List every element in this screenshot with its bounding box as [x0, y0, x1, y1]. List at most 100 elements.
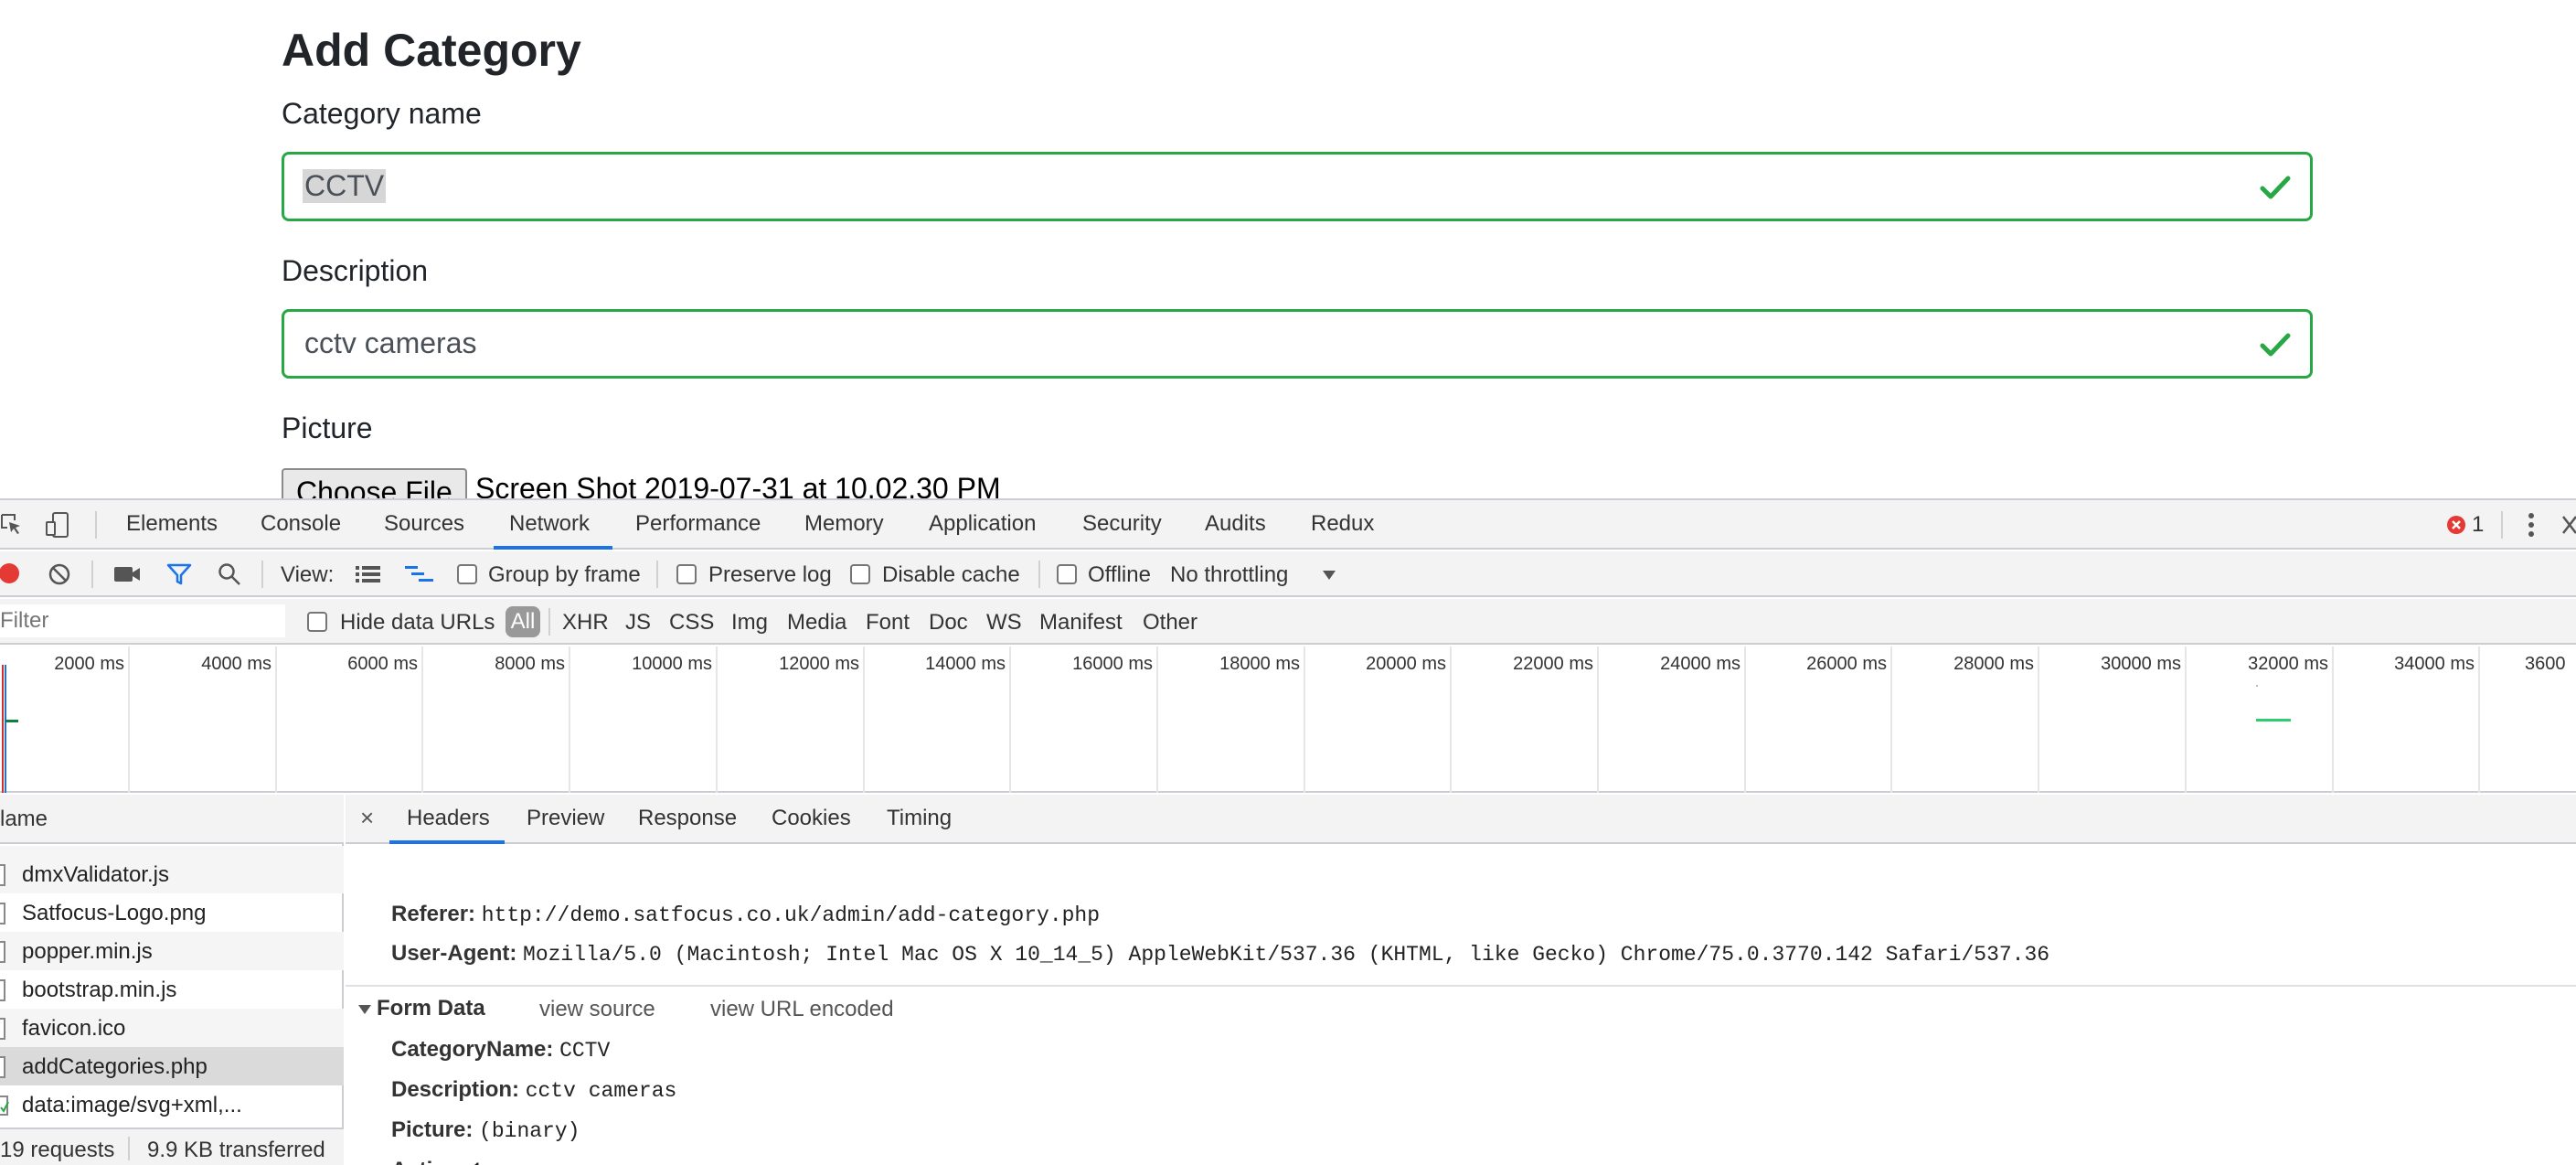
- list-item[interactable]: favicon.ico: [0, 1009, 344, 1047]
- filter-type-xhr[interactable]: XHR: [562, 610, 609, 636]
- divider: [548, 608, 550, 636]
- filter-type-font[interactable]: Font: [866, 610, 910, 636]
- error-count[interactable]: 1: [2472, 512, 2484, 538]
- filter-type-media[interactable]: Media: [787, 610, 846, 636]
- request-bar: [5, 720, 18, 722]
- list-item[interactable]: data:image/svg+xml,...: [0, 1085, 344, 1124]
- record-icon[interactable]: [0, 562, 22, 584]
- tab-security[interactable]: Security: [1082, 511, 1162, 537]
- close-devtools-icon[interactable]: [2560, 513, 2576, 537]
- overview-gridline: [1009, 647, 1011, 793]
- tab-network[interactable]: Network: [509, 511, 590, 537]
- overview-gridline: [1156, 647, 1158, 793]
- overview-gridline: [863, 647, 865, 793]
- tab-preview[interactable]: Preview: [527, 806, 604, 831]
- form-data-title[interactable]: Form Data: [377, 996, 485, 1021]
- overview-gridline: [2185, 647, 2187, 793]
- overview-gridline: [1597, 647, 1599, 793]
- request-name: dmxValidator.js: [22, 862, 169, 887]
- active-tab-indicator: [389, 840, 505, 844]
- clear-icon[interactable]: [48, 562, 71, 586]
- filter-type-manifest[interactable]: Manifest: [1039, 610, 1123, 636]
- view-url-encoded-link[interactable]: view URL encoded: [710, 997, 894, 1022]
- request-name: popper.min.js: [22, 939, 153, 964]
- filter-type-css[interactable]: CSS: [669, 610, 714, 636]
- overview-gridline: [128, 647, 130, 793]
- group-by-frame-checkbox[interactable]: [457, 564, 477, 584]
- device-toolbar-icon[interactable]: [44, 511, 71, 539]
- file-icon: [0, 941, 5, 963]
- choose-file-button[interactable]: Choose File: [282, 468, 467, 498]
- svg-file-icon: [0, 1096, 9, 1116]
- filter-type-img[interactable]: Img: [731, 610, 768, 636]
- tab-audits[interactable]: Audits: [1205, 511, 1266, 537]
- details-tabbar: × Headers Preview Response Cookies Timin…: [346, 795, 2576, 844]
- filter-input[interactable]: [0, 604, 285, 637]
- tab-sources[interactable]: Sources: [384, 511, 464, 537]
- list-item[interactable]: popper.min.js: [0, 932, 344, 970]
- list-item[interactable]: dmxValidator.js: [0, 855, 344, 893]
- active-tab-indicator: [494, 546, 612, 550]
- disable-cache-checkbox[interactable]: [850, 564, 870, 584]
- overview-gridline: [569, 647, 570, 793]
- network-overview-timeline[interactable]: 2000 ms 4000 ms 6000 ms 8000 ms 10000 ms 1200…: [0, 647, 2576, 793]
- filter-type-ws[interactable]: WS: [986, 610, 1022, 636]
- chevron-down-icon[interactable]: [1322, 570, 1336, 581]
- request-details: × Headers Preview Response Cookies Timin…: [346, 795, 2576, 1165]
- list-item[interactable]: Satfocus-Logo.png: [0, 893, 344, 932]
- form-data-value: 1: [471, 1160, 484, 1165]
- tab-application[interactable]: Application: [929, 511, 1036, 537]
- preserve-log-label: Preserve log: [708, 562, 832, 587]
- filter-type-doc[interactable]: Doc: [929, 610, 968, 636]
- collapse-triangle-icon[interactable]: [358, 1005, 371, 1014]
- form-data-value: (binary): [479, 1119, 580, 1143]
- close-details-icon[interactable]: ×: [360, 804, 374, 832]
- more-options-icon[interactable]: [2525, 511, 2538, 539]
- overview-gridline: [1744, 647, 1746, 793]
- filter-type-all[interactable]: All: [506, 606, 540, 637]
- list-item[interactable]: bootstrap.min.js: [0, 970, 344, 1009]
- search-icon[interactable]: [218, 562, 241, 586]
- category-name-input[interactable]: CCTV: [282, 152, 2313, 221]
- valid-check-icon: [2260, 176, 2291, 199]
- throttling-select[interactable]: No throttling: [1170, 562, 1288, 588]
- overview-tick-label: 14000 ms: [925, 654, 1006, 674]
- request-summary: 19 requests 9.9 KB transferred: [0, 1128, 344, 1165]
- divider: [128, 1137, 130, 1160]
- error-icon[interactable]: [2446, 515, 2466, 535]
- tab-headers[interactable]: Headers: [407, 806, 490, 831]
- tab-response[interactable]: Response: [638, 806, 737, 831]
- overview-tick-label: 10000 ms: [632, 654, 712, 674]
- description-input[interactable]: cctv cameras: [282, 309, 2313, 379]
- view-source-link[interactable]: view source: [539, 997, 655, 1022]
- offline-checkbox[interactable]: [1057, 564, 1077, 584]
- filter-type-other[interactable]: Other: [1143, 610, 1198, 636]
- filter-icon[interactable]: [166, 562, 192, 586]
- tab-console[interactable]: Console: [261, 511, 341, 537]
- request-name: data:image/svg+xml,...: [22, 1093, 242, 1117]
- capture-screenshots-icon[interactable]: [113, 564, 141, 584]
- tab-cookies[interactable]: Cookies: [772, 806, 851, 831]
- waterfall-icon[interactable]: [404, 564, 435, 584]
- inspect-element-icon[interactable]: [0, 513, 24, 537]
- request-name: addCategories.php: [22, 1054, 208, 1079]
- tab-memory[interactable]: Memory: [804, 511, 884, 537]
- hide-data-urls-checkbox[interactable]: [307, 612, 327, 632]
- large-rows-icon[interactable]: [355, 564, 382, 584]
- name-column-header[interactable]: lame: [0, 795, 344, 844]
- tab-timing[interactable]: Timing: [887, 806, 952, 831]
- tab-redux[interactable]: Redux: [1311, 511, 1374, 537]
- section-divider: [346, 985, 2576, 987]
- list-item-selected[interactable]: addCategories.php: [0, 1047, 344, 1085]
- overview-tick-label: 32000 ms: [2248, 654, 2328, 674]
- tab-elements[interactable]: Elements: [126, 511, 218, 537]
- tab-performance[interactable]: Performance: [635, 511, 761, 537]
- overview-tick-label: 8000 ms: [495, 654, 565, 674]
- form-data-key: CategoryName:: [391, 1037, 560, 1062]
- filter-type-js[interactable]: JS: [625, 610, 651, 636]
- form-data-key: Description:: [391, 1077, 526, 1102]
- file-icon: [0, 979, 5, 1001]
- preserve-log-checkbox[interactable]: [676, 564, 697, 584]
- web-page: Add Category Category name CCTV Descript…: [0, 0, 2576, 498]
- overview-gridline: [1890, 647, 1892, 793]
